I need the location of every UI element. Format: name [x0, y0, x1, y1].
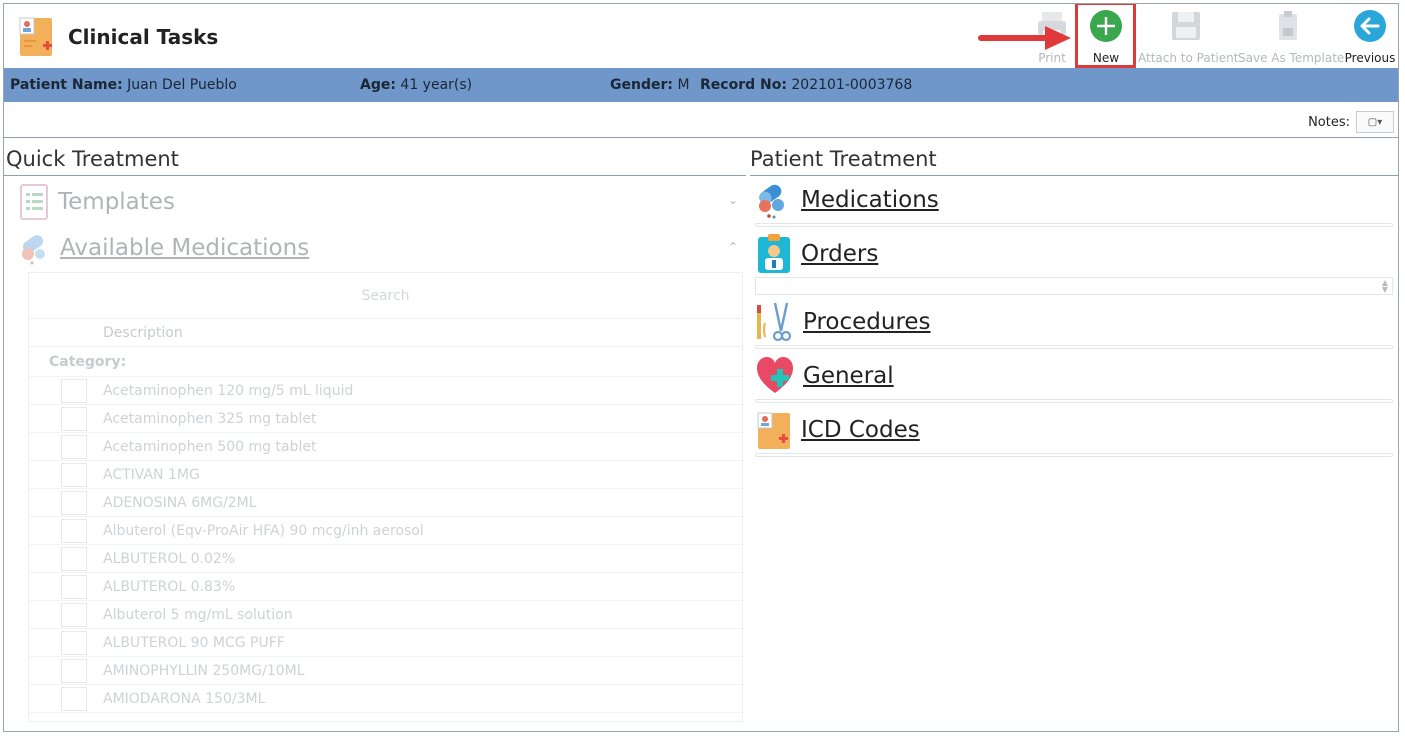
grid-header: Description — [29, 319, 742, 347]
orders-input[interactable]: ▲ ▼ — [755, 277, 1393, 295]
chevron-down-icon[interactable]: ⌄ — [728, 193, 738, 207]
medication-name: ADENOSINA 6MG/2ML — [103, 495, 257, 511]
clipboard-save-icon — [1279, 11, 1297, 40]
medical-record-icon — [19, 17, 52, 56]
category-label: Category: — [49, 354, 127, 370]
text-note-icon: ▢ — [1367, 116, 1378, 128]
general-link[interactable]: General — [803, 363, 894, 389]
medication-list: Acetaminophen 120 mg/5 mL liquid Acetamin… — [29, 377, 742, 713]
medications-link[interactable]: Medications — [801, 187, 939, 213]
medication-checkbox[interactable] — [61, 379, 87, 403]
medication-checkbox[interactable] — [61, 491, 87, 515]
list-item[interactable]: ALBUTEROL 0.83% — [29, 573, 742, 601]
save-as-template-button[interactable]: Save As Template — [1238, 6, 1344, 66]
chevron-up-icon[interactable]: ⌃ — [728, 240, 738, 254]
list-item[interactable]: ALBUTEROL 0.02% — [29, 545, 742, 573]
list-item[interactable]: Acetaminophen 325 mg tablet — [29, 405, 742, 433]
patient-info-bar: Patient Name: Juan Del Pueblo Age: 41 ye… — [4, 68, 1398, 102]
medication-checkbox[interactable] — [61, 631, 87, 655]
available-medications-section[interactable]: Available Medications — [18, 228, 309, 268]
template-clipboard-icon — [20, 184, 48, 220]
heart-plus-icon — [757, 357, 793, 393]
column-description[interactable]: Description — [103, 319, 183, 347]
medication-name: Albuterol (Eqv-ProAir HFA) 90 mcg/inh ae… — [103, 523, 424, 539]
list-item[interactable]: AMIODARONA 150/3ML — [29, 685, 742, 713]
list-item[interactable]: Acetaminophen 500 mg tablet — [29, 433, 742, 461]
previous-button[interactable]: Previous — [1342, 6, 1398, 66]
pills-icon — [759, 184, 784, 219]
medication-name: AMIODARONA 150/3ML — [103, 691, 266, 707]
medications-section: Medications — [755, 179, 1395, 227]
patient-treatment-heading: Patient Treatment — [750, 147, 937, 171]
orders-link[interactable]: Orders — [801, 241, 878, 267]
notes-label: Notes: — [1308, 114, 1350, 130]
medication-checkbox[interactable] — [61, 687, 87, 711]
procedures-list-area — [755, 345, 1393, 349]
medication-checkbox[interactable] — [61, 659, 87, 683]
patient-gender: Gender: M — [610, 77, 690, 93]
medication-checkbox[interactable] — [61, 575, 87, 599]
medication-checkbox[interactable] — [61, 435, 87, 459]
procedures-section: Procedures — [755, 301, 1395, 349]
search-input[interactable]: Search — [29, 273, 742, 319]
medication-name: Acetaminophen 325 mg tablet — [103, 411, 317, 427]
list-item[interactable]: Albuterol (Eqv-ProAir HFA) 90 mcg/inh ae… — [29, 517, 742, 545]
divider — [4, 175, 746, 176]
list-item[interactable]: AMINOPHYLLIN 250MG/10ML — [29, 657, 742, 685]
attach-to-patient-button[interactable]: Attach to Patient — [1138, 6, 1238, 66]
patient-age: Age: 41 year(s) — [360, 77, 473, 93]
divider — [4, 137, 1398, 138]
medical-record-icon — [757, 412, 790, 449]
procedures-link[interactable]: Procedures — [803, 309, 931, 335]
medication-name: ACTIVAN 1MG — [103, 467, 200, 483]
list-item[interactable]: ALBUTEROL 90 MCG PUFF — [29, 629, 742, 657]
clipboard-doctor-icon — [758, 234, 790, 273]
icd-codes-section: ICD Codes — [755, 409, 1395, 457]
notes-dropdown-button[interactable]: ▢ ▾ — [1356, 111, 1394, 133]
spinner-icon[interactable]: ▲ ▼ — [1382, 279, 1388, 294]
quick-treatment-heading: Quick Treatment — [6, 147, 179, 171]
list-item[interactable]: ACTIVAN 1MG — [29, 461, 742, 489]
surgical-tools-icon — [757, 302, 792, 342]
medication-checkbox[interactable] — [61, 407, 87, 431]
general-section: General — [755, 355, 1395, 403]
list-item[interactable]: Albuterol 5 mg/mL solution — [29, 601, 742, 629]
category-group-row[interactable]: Category: — [29, 347, 742, 377]
icd-codes-link[interactable]: ICD Codes — [801, 417, 920, 443]
patient-name: Patient Name: Juan Del Pueblo — [10, 77, 237, 93]
app-header: Clinical Tasks Print New Attach to Patie… — [4, 4, 1398, 68]
arrow-left-circle-icon — [1354, 10, 1386, 42]
red-arrow-annotation — [978, 26, 1071, 50]
medication-name: Albuterol 5 mg/mL solution — [103, 607, 293, 623]
list-item[interactable]: ADENOSINA 6MG/2ML — [29, 489, 742, 517]
medication-name: ALBUTEROL 0.83% — [103, 579, 236, 595]
medication-name: Acetaminophen 500 mg tablet — [103, 439, 317, 455]
medication-name: AMINOPHYLLIN 250MG/10ML — [103, 663, 305, 679]
notes-row: Notes: ▢ ▾ — [1308, 110, 1394, 134]
medication-name: ALBUTEROL 0.02% — [103, 551, 236, 567]
clinical-tasks-window: Clinical Tasks Print New Attach to Patie… — [3, 3, 1399, 732]
medication-checkbox[interactable] — [61, 519, 87, 543]
patient-record-no: Record No: 202101-0003768 — [700, 77, 913, 93]
save-disk-icon — [1172, 12, 1200, 40]
medications-list-area — [755, 223, 1393, 227]
medication-checkbox[interactable] — [61, 547, 87, 571]
orders-section: Orders — [755, 233, 1395, 275]
medications-grid: Search Description Category: Acetaminoph… — [28, 272, 743, 722]
medication-name: ALBUTEROL 90 MCG PUFF — [103, 635, 285, 651]
medication-name: Acetaminophen 120 mg/5 mL liquid — [103, 383, 354, 399]
chevron-down-icon: ▾ — [1377, 116, 1383, 128]
new-button-highlight — [1075, 4, 1136, 68]
medication-checkbox[interactable] — [61, 603, 87, 627]
list-item[interactable]: Acetaminophen 120 mg/5 mL liquid — [29, 377, 742, 405]
pills-icon — [22, 235, 45, 265]
templates-section[interactable]: Templates — [18, 182, 175, 222]
divider — [750, 175, 1398, 176]
general-list-area — [755, 399, 1393, 403]
page-title: Clinical Tasks — [68, 25, 219, 49]
medication-checkbox[interactable] — [61, 463, 87, 487]
icd-codes-list-area — [755, 453, 1393, 457]
